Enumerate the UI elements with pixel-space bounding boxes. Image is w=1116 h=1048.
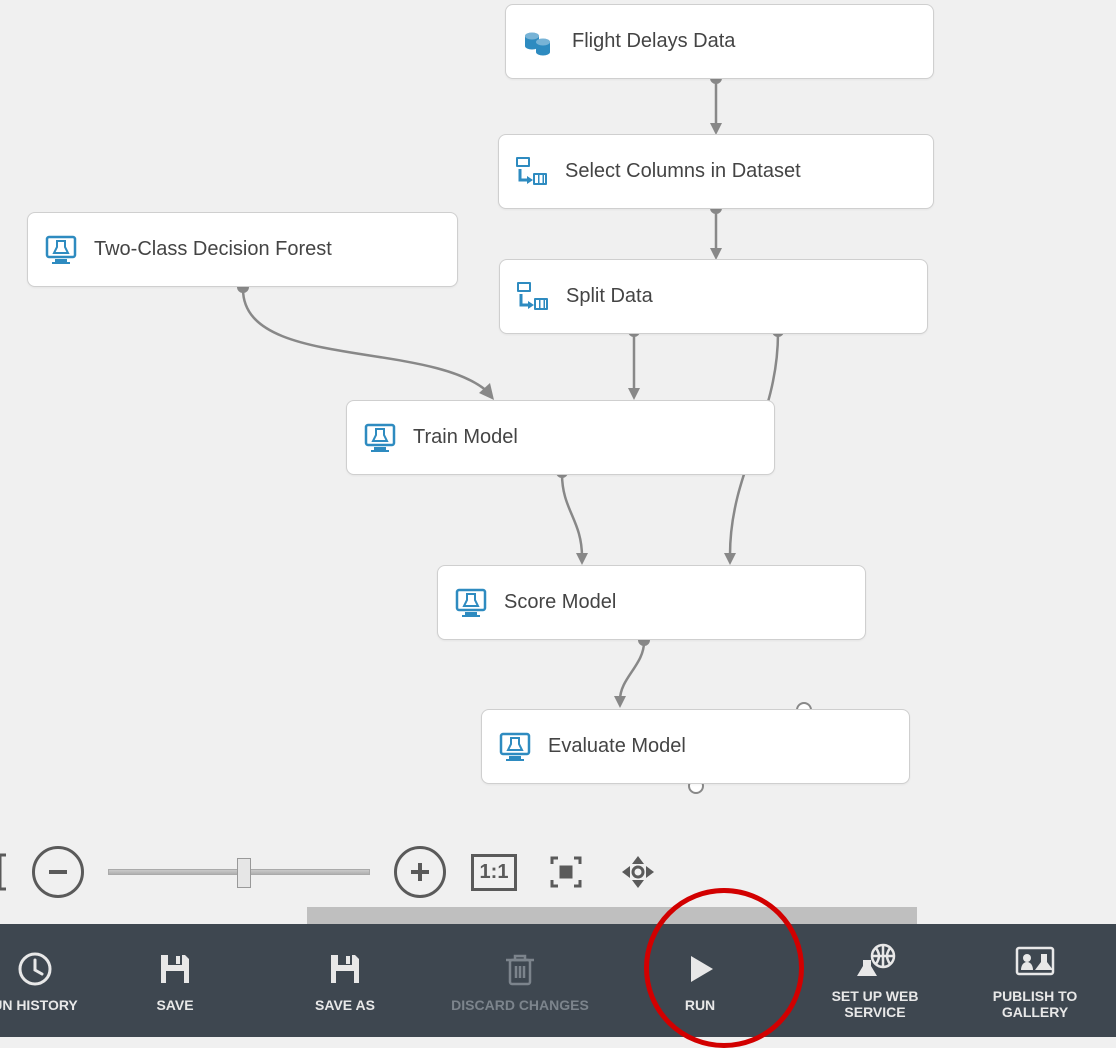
node-train-model[interactable]: Train Model: [346, 400, 775, 475]
node-flight-delays[interactable]: Flight Delays Data: [505, 4, 934, 79]
node-label: Split Data: [558, 285, 661, 308]
button-label: SET UP WEB SERVICE: [832, 989, 919, 1020]
zoom-fit-button[interactable]: [542, 848, 590, 896]
button-label: DISCARD CHANGES: [451, 997, 589, 1013]
pan-button[interactable]: [614, 848, 662, 896]
node-label: Score Model: [496, 591, 624, 614]
clock-icon: [16, 949, 54, 989]
zoom-actual-button[interactable]: 1:1: [470, 848, 518, 896]
experiment-icon: [494, 730, 536, 764]
zoom-slider[interactable]: [108, 869, 370, 875]
web-service-icon: [853, 941, 897, 981]
play-icon: [683, 949, 717, 989]
node-label: Select Columns in Dataset: [557, 160, 809, 183]
select-columns-icon: [511, 155, 553, 189]
node-two-class-forest[interactable]: Two-Class Decision Forest: [27, 212, 458, 287]
zoom-out-button[interactable]: [32, 846, 84, 898]
button-label: RUN: [685, 997, 715, 1013]
experiment-icon: [450, 586, 492, 620]
node-label: Flight Delays Data: [564, 30, 743, 53]
button-label: SAVE: [156, 997, 193, 1013]
button-label: PUBLISH TO GALLERY: [993, 989, 1078, 1020]
node-split-data[interactable]: Split Data: [499, 259, 928, 334]
save-as-icon: [327, 949, 363, 989]
node-label: Two-Class Decision Forest: [86, 238, 340, 261]
save-as-button[interactable]: SAVE AS: [260, 949, 430, 1013]
button-label: SAVE AS: [315, 997, 375, 1013]
split-data-icon: [512, 280, 554, 314]
save-button[interactable]: SAVE: [90, 949, 260, 1013]
node-evaluate-model[interactable]: Evaluate Model: [481, 709, 910, 784]
button-label: UN HISTORY: [0, 997, 78, 1013]
database-icon: [518, 24, 560, 60]
run-history-button[interactable]: UN HISTORY: [0, 949, 90, 1013]
node-label: Evaluate Model: [540, 735, 694, 758]
command-bar: UN HISTORY SAVE SAVE AS DISCARD CHANGES …: [0, 924, 1116, 1037]
minimap-edge-icon: [0, 847, 8, 897]
discard-changes-button[interactable]: DISCARD CHANGES: [430, 949, 610, 1013]
zoom-in-button[interactable]: [394, 846, 446, 898]
save-icon: [157, 949, 193, 989]
zoom-slider-handle[interactable]: [237, 858, 251, 888]
node-label: Train Model: [405, 426, 526, 449]
node-score-model[interactable]: Score Model: [437, 565, 866, 640]
run-button[interactable]: RUN: [610, 949, 790, 1013]
experiment-icon: [359, 421, 401, 455]
setup-web-service-button[interactable]: SET UP WEB SERVICE: [790, 941, 960, 1020]
gallery-icon: [1013, 941, 1057, 981]
publish-gallery-button[interactable]: PUBLISH TO GALLERY: [960, 941, 1110, 1020]
zoom-toolbar: 1:1: [0, 837, 662, 907]
experiment-icon: [40, 233, 82, 267]
experiment-canvas[interactable]: Flight Delays Data Select Columns in Dat…: [0, 0, 1116, 920]
node-select-columns[interactable]: Select Columns in Dataset: [498, 134, 934, 209]
horizontal-scrollbar[interactable]: [307, 907, 917, 924]
trash-icon: [503, 949, 537, 989]
